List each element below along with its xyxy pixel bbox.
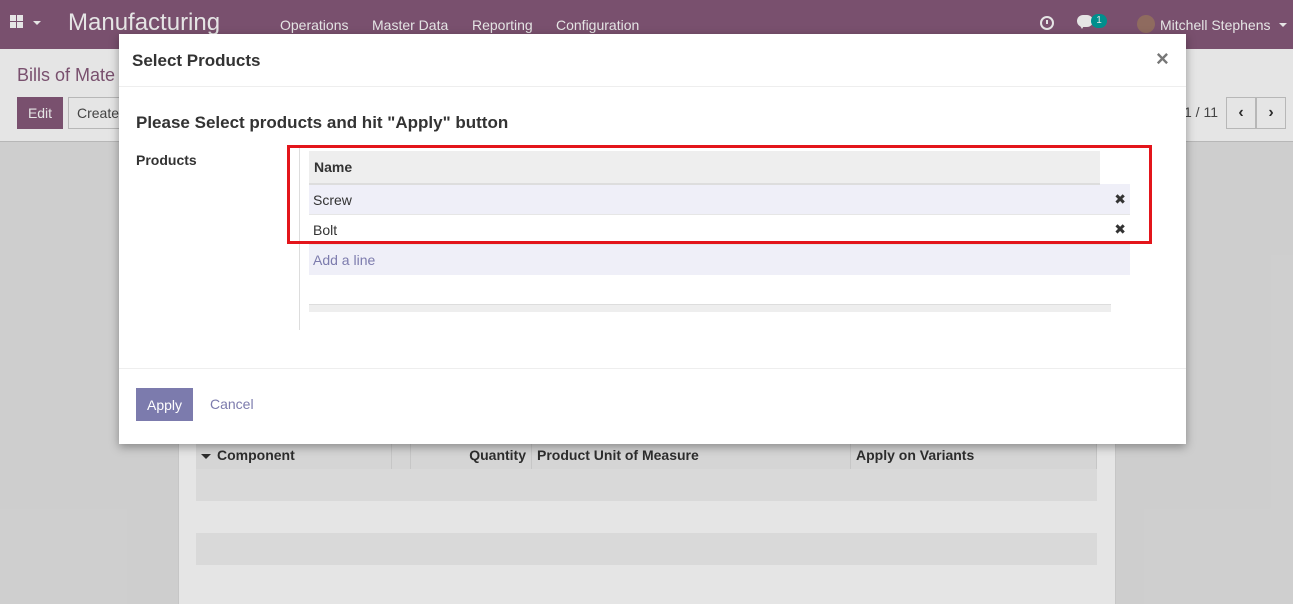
select-products-dialog: Select Products × Please Select products… <box>119 34 1186 444</box>
add-line-link[interactable]: Add a line <box>313 252 375 268</box>
close-icon[interactable]: × <box>1156 46 1169 72</box>
instruction-heading: Please Select products and hit "Apply" b… <box>136 113 509 132</box>
horizontal-scrollbar[interactable] <box>309 304 1111 312</box>
dialog-footer: Apply Cancel <box>119 368 1186 445</box>
products-label: Products <box>136 152 197 168</box>
dialog-header: Select Products × <box>119 34 1186 87</box>
add-line-row: Add a line <box>309 245 1130 275</box>
cancel-button[interactable]: Cancel <box>210 396 254 412</box>
dialog-title: Select Products <box>132 51 261 70</box>
highlight-annotation-box <box>287 145 1152 244</box>
apply-button[interactable]: Apply <box>136 388 193 421</box>
